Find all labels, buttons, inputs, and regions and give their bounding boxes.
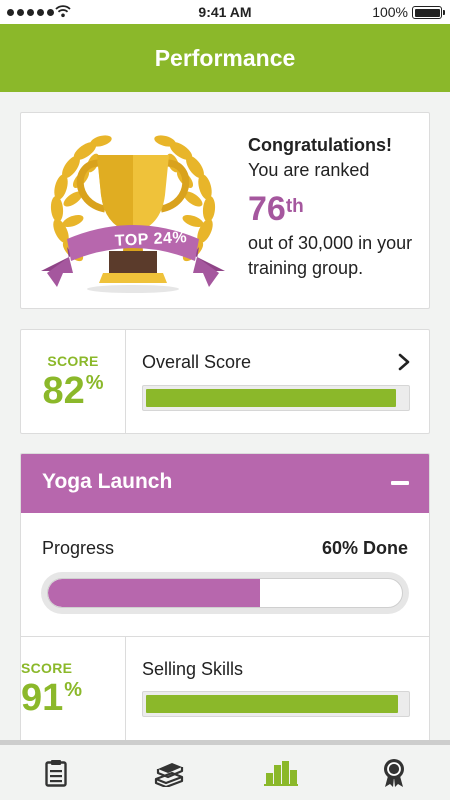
score-label: SCORE — [21, 660, 73, 676]
overall-score-card[interactable]: SCORE 82% Overall Score — [20, 329, 430, 434]
trophy-icon — [41, 135, 225, 293]
app-header: Performance — [0, 24, 450, 92]
overall-score-box: SCORE 82% — [21, 330, 126, 433]
score-unit: % — [64, 679, 83, 701]
tab-performance[interactable] — [225, 745, 338, 800]
score-number: 91 — [21, 677, 64, 719]
tab-library[interactable] — [113, 745, 226, 800]
course-header[interactable]: Yoga Launch — [21, 454, 429, 513]
ranked-label: You are ranked — [248, 160, 370, 180]
overall-score-bar — [142, 385, 410, 411]
rank-number: 76 — [248, 190, 286, 228]
bar-chart-icon — [264, 760, 299, 786]
page-title: Performance — [154, 44, 296, 71]
rank-suffix: th — [285, 196, 304, 217]
tab-achievements[interactable] — [338, 745, 450, 800]
skill-score-box: SCORE 91% — [21, 637, 126, 742]
course-title: Yoga Launch — [42, 470, 173, 493]
chevron-right-icon[interactable] — [397, 353, 411, 371]
skill-title: Selling Skills — [142, 659, 244, 679]
progress-label: Progress — [42, 538, 115, 558]
score-label: SCORE — [47, 353, 99, 369]
congrats-heading: Congratulations! — [248, 135, 392, 155]
skill-score-bar-fill — [146, 695, 399, 713]
books-icon — [154, 762, 183, 787]
collapse-icon[interactable] — [391, 481, 409, 485]
tab-clipboard[interactable] — [0, 745, 113, 800]
score-number: 82 — [42, 370, 85, 412]
score-unit: % — [85, 372, 104, 394]
course-card: Yoga Launch Progress 60% Done SCORE 91% … — [20, 453, 430, 743]
rank-value: 76th — [248, 187, 428, 231]
skill-score-value: 91% — [21, 677, 125, 720]
ranking-text: Congratulations! You are ranked 76th out… — [248, 133, 428, 281]
ranking-card: TOP 24% Congratulations! You are ranked … — [20, 112, 430, 309]
overall-score-title: Overall Score — [142, 352, 252, 372]
clipboard-icon — [45, 759, 67, 787]
overall-score-bar-fill — [146, 389, 396, 407]
progress-done-text: 60% Done — [321, 538, 408, 558]
bottom-tab-bar — [0, 740, 450, 800]
course-progress-fill — [48, 579, 261, 607]
group-text: out of 30,000 in your training group. — [248, 233, 413, 278]
course-progress-bar — [41, 572, 409, 614]
status-bar: 9:41 AM 100% — [0, 0, 450, 24]
overall-score-value: 82% — [21, 370, 125, 413]
skill-score-bar — [142, 691, 410, 717]
battery-icon — [412, 6, 445, 19]
award-ribbon-icon — [383, 758, 404, 787]
battery-percentage: 100% — [372, 4, 408, 20]
